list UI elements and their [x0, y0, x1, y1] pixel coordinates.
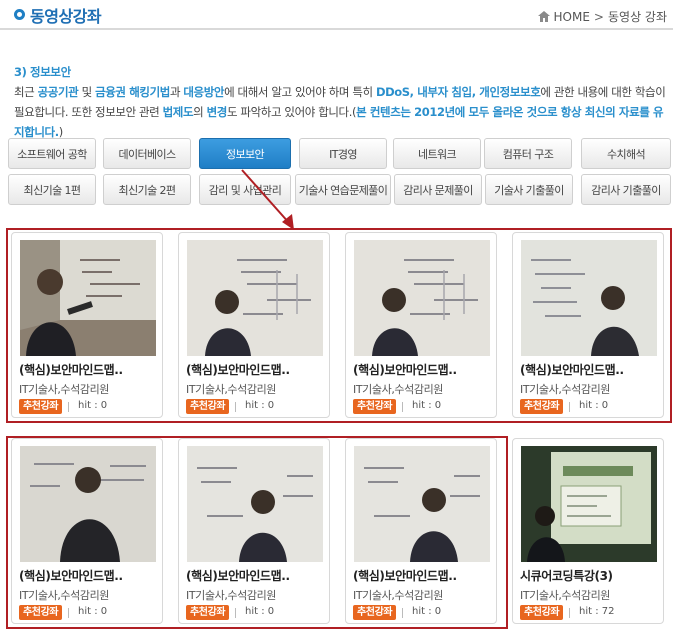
video-title[interactable]: (핵심)보안마인드맵.. — [353, 361, 493, 378]
recommended-badge: 추천강좌 — [520, 399, 564, 414]
video-thumbnail[interactable] — [187, 240, 323, 356]
video-card[interactable]: (핵심)보안마인드맵.. IT기술사,수석감리원 추천강좌 hit : 0 — [11, 438, 163, 624]
video-author: IT기술사,수석감리원 — [353, 383, 444, 396]
video-card[interactable]: (핵심)보안마인드맵.. IT기술사,수석감리원 추천강좌 hit : 0 — [178, 232, 330, 418]
tab-database[interactable]: 데이터베이스 — [103, 138, 191, 169]
video-thumbnail[interactable] — [20, 446, 156, 562]
tab-network[interactable]: 네트워크 — [393, 138, 481, 169]
tab-software-engineering[interactable]: 소프트웨어 공학 — [8, 138, 96, 169]
video-title[interactable]: (핵심)보안마인드맵.. — [19, 361, 159, 378]
tab-latest-tech-2[interactable]: 최신기술 2편 — [103, 174, 191, 205]
tab-numerical-analysis[interactable]: 수치해석 — [581, 138, 671, 169]
recommended-badge: 추천강좌 — [19, 399, 63, 414]
video-card[interactable]: (핵심)보안마인드맵.. IT기술사,수석감리원 추천강좌 hit : 0 — [345, 232, 497, 418]
tab-it-management[interactable]: IT경영 — [299, 138, 387, 169]
recommended-badge: 추천강좌 — [186, 399, 230, 414]
hit-count: hit : 72 — [569, 606, 615, 618]
video-thumbnail[interactable] — [354, 240, 490, 356]
recommended-badge: 추천강좌 — [353, 399, 397, 414]
video-thumbnail[interactable] — [187, 446, 323, 562]
section-heading: 3) 정보보안 — [14, 65, 71, 79]
video-author: IT기술사,수석감리원 — [186, 589, 277, 602]
tab-security[interactable]: 정보보안 — [199, 138, 291, 169]
recommended-badge: 추천강좌 — [19, 605, 63, 620]
video-thumbnail[interactable] — [521, 240, 657, 356]
recommended-badge: 추천강좌 — [520, 605, 564, 620]
video-title[interactable]: (핵심)보안마인드맵.. — [19, 567, 159, 584]
page-title: 동영상강좌 — [30, 7, 102, 26]
page-header: 동영상강좌 HOME > 동영상 강좌 — [0, 0, 673, 30]
video-card[interactable]: (핵심)보안마인드맵.. IT기술사,수석감리원 추천강좌 hit : 0 — [178, 438, 330, 624]
video-author: IT기술사,수석감리원 — [353, 589, 444, 602]
tab-latest-tech-1[interactable]: 최신기술 1편 — [8, 174, 96, 205]
breadcrumb: HOME > 동영상 강좌 — [537, 8, 667, 25]
video-title[interactable]: 시큐어코딩특강(3) — [520, 567, 660, 584]
video-thumbnail[interactable] — [354, 446, 490, 562]
video-title[interactable]: (핵심)보안마인드맵.. — [186, 361, 326, 378]
hit-count: hit : 0 — [401, 606, 442, 618]
hit-count: hit : 0 — [67, 400, 108, 412]
description-text: 최근 공공기관 및 금융권 해킹기법과 대응방안에 대해서 알고 있어야 하며 … — [14, 85, 666, 139]
hit-count: hit : 0 — [401, 400, 442, 412]
breadcrumb-separator: > — [593, 9, 604, 24]
video-title[interactable]: (핵심)보안마인드맵.. — [520, 361, 660, 378]
video-author: IT기술사,수석감리원 — [520, 383, 611, 396]
bullet-icon — [14, 9, 25, 20]
video-card[interactable]: (핵심)보안마인드맵.. IT기술사,수석감리원 추천강좌 hit : 0 — [512, 232, 664, 418]
video-author: IT기술사,수석감리원 — [186, 383, 277, 396]
hit-count: hit : 0 — [234, 400, 275, 412]
video-thumbnail[interactable] — [20, 240, 156, 356]
tab-computer-architecture[interactable]: 컴퓨터 구조 — [484, 138, 572, 169]
tab-auditor-past-exams[interactable]: 감리사 기출풀이 — [581, 174, 671, 205]
hit-count: hit : 0 — [234, 606, 275, 618]
video-title[interactable]: (핵심)보안마인드맵.. — [353, 567, 493, 584]
home-icon — [537, 11, 550, 22]
hit-count: hit : 0 — [568, 400, 609, 412]
video-title[interactable]: (핵심)보안마인드맵.. — [186, 567, 326, 584]
section-description: 3) 정보보안 최근 공공기관 및 금융권 해킹기법과 대응방안에 대해서 알고… — [14, 62, 666, 142]
tab-engineer-past-exams[interactable]: 기술사 기출풀이 — [485, 174, 573, 205]
hit-count: hit : 0 — [67, 606, 108, 618]
video-author: IT기술사,수석감리원 — [520, 589, 611, 602]
video-card[interactable]: (핵심)보안마인드맵.. IT기술사,수석감리원 추천강좌 hit : 0 — [11, 232, 163, 418]
tab-engineer-practice[interactable]: 기술사 연습문제풀이 — [295, 174, 391, 205]
breadcrumb-current: 동영상 강좌 — [607, 10, 667, 24]
video-author: IT기술사,수석감리원 — [19, 383, 110, 396]
video-card[interactable]: (핵심)보안마인드맵.. IT기술사,수석감리원 추천강좌 hit : 0 — [345, 438, 497, 624]
video-thumbnail[interactable] — [521, 446, 657, 562]
breadcrumb-home[interactable]: HOME — [554, 10, 590, 24]
video-author: IT기술사,수석감리원 — [19, 589, 110, 602]
tab-auditor-problems[interactable]: 감리사 문제풀이 — [394, 174, 482, 205]
annotation-arrow — [241, 169, 294, 230]
recommended-badge: 추천강좌 — [353, 605, 397, 620]
recommended-badge: 추천강좌 — [186, 605, 230, 620]
video-card[interactable]: 시큐어코딩특강(3) IT기술사,수석감리원 추천강좌 hit : 72 — [512, 438, 664, 624]
